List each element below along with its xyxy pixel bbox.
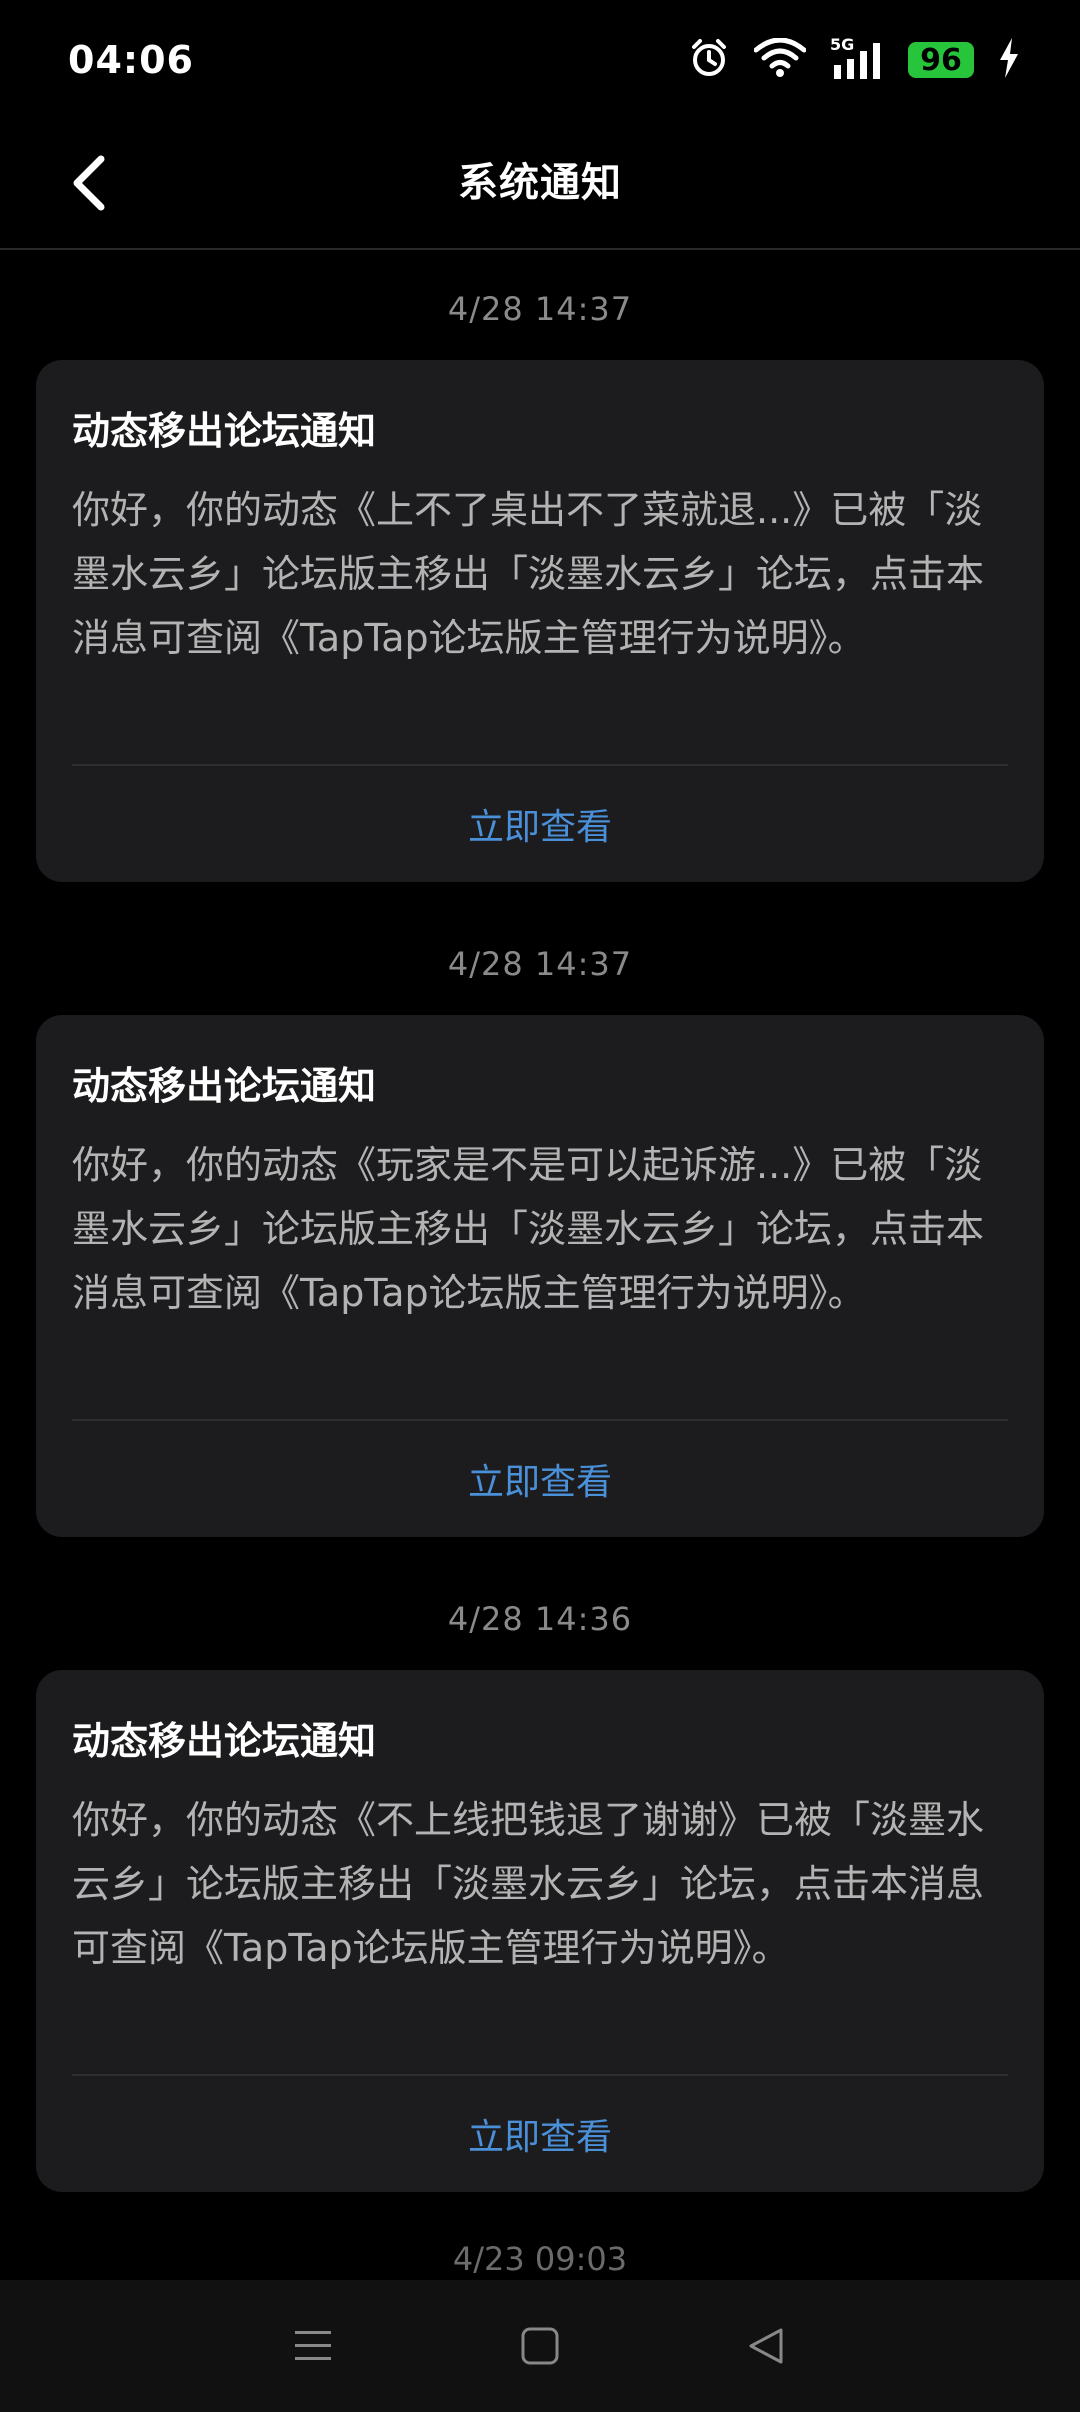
- notification-time: 4/28 14:37: [447, 945, 633, 983]
- notification-card[interactable]: 动态移出论坛通知 你好，你的动态《上不了桌出不了菜就退...》已被「淡墨水云乡」…: [36, 360, 1044, 882]
- alarm-icon: [688, 37, 730, 83]
- notification-body: 你好，你的动态《玩家是不是可以起诉游...》已被「淡墨水云乡」论坛版主移出「淡墨…: [72, 1143, 985, 1315]
- notification-body: 你好，你的动态《上不了桌出不了菜就退...》已被「淡墨水云乡」论坛版主移出「淡墨…: [72, 488, 985, 660]
- status-bar: 04:06 5G 96: [0, 0, 1080, 120]
- notification-time-partial: 4/23 09:03: [452, 2240, 628, 2278]
- notification-title: 动态移出论坛通知: [72, 1719, 377, 1763]
- back-nav-button[interactable]: [727, 2306, 807, 2386]
- card-divider: [72, 764, 1008, 766]
- notification-time: 4/28 14:36: [447, 1600, 633, 1638]
- back-triangle-icon: [749, 2328, 783, 2364]
- home-icon: [521, 2327, 559, 2365]
- notification-card[interactable]: 动态移出论坛通知 你好，你的动态《不上线把钱退了谢谢》已被「淡墨水云乡」论坛版主…: [36, 1670, 1044, 2192]
- card-divider: [72, 1419, 1008, 1421]
- charging-icon: [998, 38, 1020, 82]
- menu-button[interactable]: [273, 2306, 353, 2386]
- home-button[interactable]: [500, 2306, 580, 2386]
- notification-time: 4/28 14:37: [447, 290, 633, 328]
- notification-title: 动态移出论坛通知: [72, 409, 377, 453]
- view-now-button[interactable]: 立即查看: [36, 2108, 1044, 2160]
- status-icons: 5G 96: [688, 35, 1020, 83]
- notification-title: 动态移出论坛通知: [72, 1064, 377, 1108]
- notification-card[interactable]: 动态移出论坛通知 你好，你的动态《玩家是不是可以起诉游...》已被「淡墨水云乡」…: [36, 1015, 1044, 1537]
- battery-icon: 96: [908, 42, 974, 78]
- wifi-icon: [753, 37, 807, 82]
- system-nav-bar: [0, 2280, 1080, 2412]
- notification-list[interactable]: 4/28 14:37 动态移出论坛通知 你好，你的动态《上不了桌出不了菜就退..…: [0, 250, 1080, 2280]
- menu-icon: [295, 2331, 332, 2360]
- notification-body: 你好，你的动态《不上线把钱退了谢谢》已被「淡墨水云乡」论坛版主移出「淡墨水云乡」…: [72, 1798, 985, 1970]
- signal-icon: 5G: [830, 35, 884, 81]
- view-now-button[interactable]: 立即查看: [36, 798, 1044, 850]
- view-now-button[interactable]: 立即查看: [36, 1453, 1044, 1505]
- page-title: 系统通知: [458, 160, 622, 206]
- status-time: 04:06: [68, 38, 194, 82]
- card-divider: [72, 2074, 1008, 2076]
- header: 系统通知: [0, 120, 1080, 250]
